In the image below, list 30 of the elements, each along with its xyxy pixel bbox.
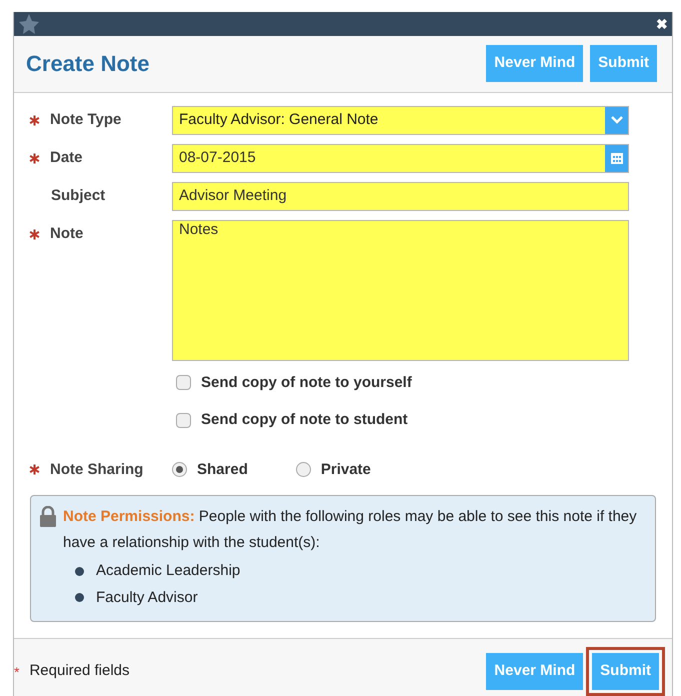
role-text: Academic Leadership: [96, 561, 240, 581]
field-label: Note Sharing: [50, 460, 144, 480]
radio-label: Shared: [197, 460, 248, 480]
star-logo-icon: [18, 12, 40, 35]
required-mark: *: [14, 662, 20, 682]
permissions-text: Note Permissions: People with the following roles may be able to see this note if they have a relationship with the student(s):: [63, 507, 638, 553]
calendar-icon[interactable]: [610, 151, 624, 165]
checkbox-label: Send copy of note to student: [201, 410, 408, 430]
radio-button[interactable]: [296, 462, 311, 478]
radio-button[interactable]: [172, 462, 187, 478]
radio-label: Private: [320, 460, 371, 480]
note-type-select[interactable]: Faculty Advisor: General Note: [172, 106, 629, 134]
field-label: Subject: [51, 186, 106, 206]
required-fields-note: Required fields: [29, 661, 130, 682]
lock-icon: [39, 506, 57, 527]
field-label: Date: [50, 148, 83, 168]
subject-field[interactable]: Advisor Meeting: [172, 182, 629, 210]
bullet-icon: [75, 566, 84, 576]
dialog-title: Create Note: [26, 50, 150, 78]
checkbox-label: Send copy of note to yourself: [201, 372, 412, 392]
field-label: Note: [50, 224, 84, 244]
role-text: Faculty Advisor: [96, 588, 198, 608]
date-field[interactable]: 08-07-2015: [172, 144, 629, 172]
bullet-icon: [75, 593, 84, 602]
checkbox[interactable]: [176, 375, 191, 390]
field-label: Note Type: [50, 110, 122, 130]
close-button[interactable]: ✖: [656, 14, 668, 34]
note-text-area[interactable]: Notes: [172, 220, 629, 360]
chevron-down-icon: [610, 116, 622, 124]
checkbox[interactable]: [176, 412, 191, 428]
